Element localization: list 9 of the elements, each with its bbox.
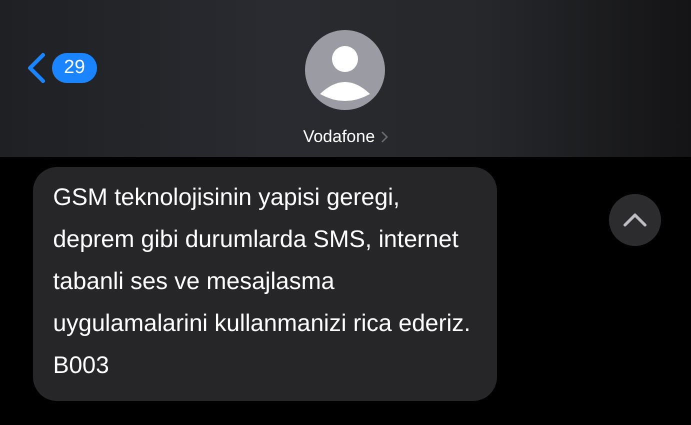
chevron-icon (380, 131, 388, 143)
unread-count-badge: 29 (52, 53, 97, 83)
back-chevron-icon (26, 52, 46, 84)
avatar-icon[interactable] (305, 30, 386, 110)
back-button[interactable]: 29 (26, 52, 97, 84)
scroll-up-button[interactable] (609, 194, 661, 246)
contact-name[interactable]: Vodafone (303, 127, 388, 147)
message-bubble: GSM teknolojisinin yapisi geregi, deprem gibi durumlarda SMS, internet tabanli ses ve mesajlasma uygulamalarini kullanmanizi rica ederiz. B003 (33, 167, 497, 401)
chevron-up-icon (623, 213, 647, 227)
